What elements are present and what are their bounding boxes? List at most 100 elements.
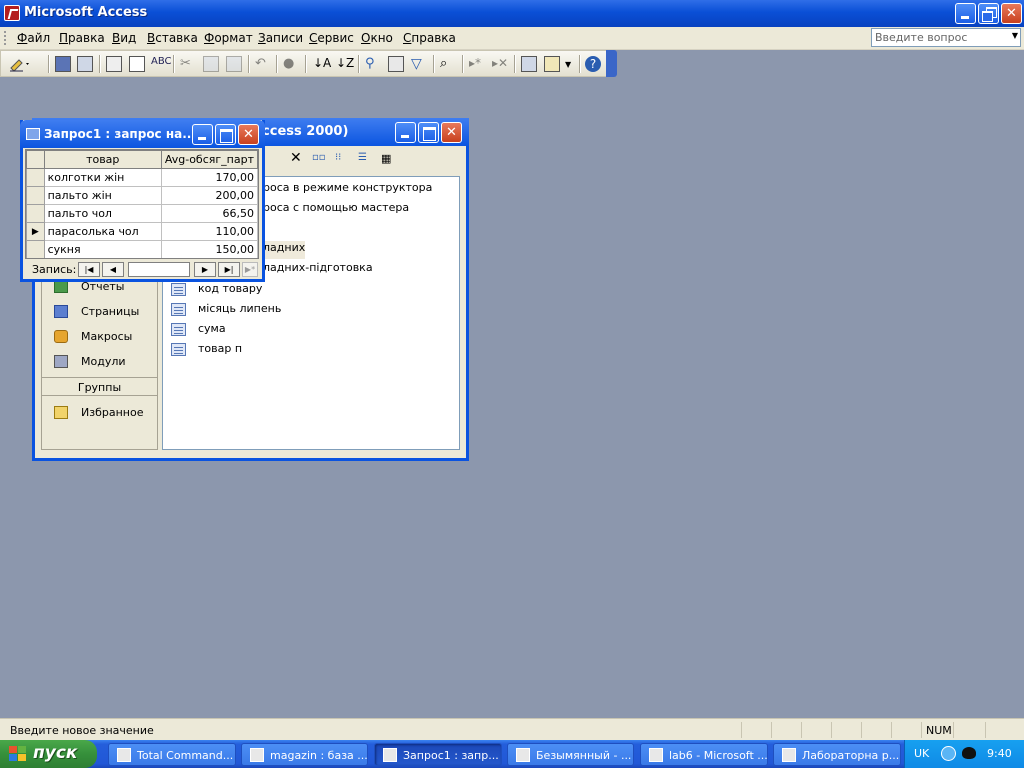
cell-avg[interactable]: 110,00 [160, 222, 258, 241]
cell-avg[interactable]: 170,00 [160, 168, 258, 187]
next-record-button[interactable]: ▶ [194, 262, 216, 277]
start-button[interactable]: пуск [0, 740, 97, 768]
toolbar-options-handle[interactable] [606, 50, 617, 77]
delete-icon[interactable]: ✕ [290, 150, 302, 166]
task-paint[interactable]: Безымянный - ... [507, 743, 634, 766]
object-modules[interactable]: Модули [54, 354, 154, 372]
cell-product[interactable]: парасолька чол [43, 222, 162, 241]
table-row[interactable]: ▶ парасолька чол 110,00 [26, 222, 258, 241]
app-title-bar[interactable]: Microsoft Access ✕ [0, 0, 1024, 27]
query-datasheet-window[interactable]: Запрос1 : запрос на... ✕ товар Avg-обсяг… [20, 120, 265, 282]
column-header-product[interactable]: товар [43, 150, 162, 169]
file-search-icon[interactable] [77, 56, 93, 72]
paste-icon[interactable] [226, 56, 242, 72]
menu-view[interactable]: Вид [112, 31, 136, 45]
row-selector[interactable] [26, 186, 45, 205]
cell-avg[interactable]: 150,00 [160, 240, 258, 258]
list-item-create-design[interactable]: роса в режиме конструктора [263, 181, 432, 199]
filter-by-form-icon[interactable] [388, 56, 404, 72]
small-icons-icon[interactable]: ⁝⁝ [335, 152, 341, 163]
table-row[interactable]: сукня 150,00 [26, 240, 258, 258]
list-item-create-wizard[interactable]: роса с помощью мастера [263, 201, 409, 219]
last-record-button[interactable]: ▶| [218, 262, 240, 277]
query-minimize-button[interactable] [192, 124, 213, 145]
current-row-indicator[interactable]: ▶ [26, 222, 45, 241]
tray-app-icon[interactable] [962, 747, 976, 759]
office-links-icon[interactable]: ● [283, 56, 299, 72]
copy-icon[interactable] [203, 56, 219, 72]
prev-record-button[interactable]: ◀ [102, 262, 124, 277]
column-header-avg[interactable]: Avg-обсяг_парт [160, 150, 258, 169]
help-question-input[interactable]: Введите вопрос ▼ [871, 28, 1021, 47]
undo-icon[interactable]: ↶ [255, 56, 271, 72]
datasheet-grid[interactable]: товар Avg-обсяг_парт колготки жін 170,00… [25, 149, 259, 259]
menu-window[interactable]: Окно [361, 31, 393, 45]
large-icons-icon[interactable]: ▫▫ [312, 152, 326, 163]
row-selector[interactable] [26, 240, 45, 258]
task-lab6-word[interactable]: lab6 - Microsoft ... [640, 743, 768, 766]
list-item-query[interactable]: ладних-підготовка [263, 261, 373, 279]
minimize-button[interactable] [955, 3, 976, 24]
cut-icon[interactable]: ✂ [180, 56, 196, 72]
row-selector[interactable] [26, 204, 45, 223]
object-macros[interactable]: Макросы [54, 329, 154, 347]
db-maximize-button[interactable] [418, 122, 439, 143]
apply-filter-icon[interactable]: ▽ [411, 56, 427, 72]
task-query1[interactable]: Запрос1 : запр... [374, 743, 502, 766]
first-record-button[interactable]: |◀ [78, 262, 100, 277]
menu-records[interactable]: Записи [258, 31, 303, 45]
db-minimize-button[interactable] [395, 122, 416, 143]
db-close-button[interactable]: ✕ [441, 122, 462, 143]
print-preview-icon[interactable] [129, 56, 145, 72]
table-row[interactable]: колготки жін 170,00 [26, 168, 258, 187]
task-magazin-db[interactable]: magazin : база ... [241, 743, 368, 766]
design-view-icon[interactable] [9, 56, 29, 72]
new-object-icon[interactable] [544, 56, 560, 72]
menu-insert[interactable]: Вставка [147, 31, 198, 45]
database-window-icon[interactable] [521, 56, 537, 72]
restore-button[interactable] [978, 3, 999, 24]
menu-grip[interactable] [4, 31, 7, 45]
row-selector[interactable] [26, 168, 45, 187]
menu-help[interactable]: Справка [403, 31, 456, 45]
menu-edit[interactable]: Правка [59, 31, 105, 45]
new-record-icon[interactable]: ▸* [469, 56, 485, 72]
group-favorites[interactable]: Избранное [54, 405, 154, 423]
show-hidden-icons-icon[interactable] [941, 746, 956, 761]
object-pages[interactable]: Страницы [54, 304, 154, 322]
delete-record-icon[interactable]: ▸✕ [492, 56, 508, 72]
clock[interactable]: 9:40 [987, 747, 1012, 760]
list-view-icon[interactable]: ☰ [358, 152, 367, 163]
save-icon[interactable] [55, 56, 71, 72]
sort-descending-icon[interactable]: ↓Z [336, 56, 354, 72]
task-lab-doc[interactable]: Лабораторна р... [773, 743, 901, 766]
cell-avg[interactable]: 200,00 [160, 186, 258, 205]
new-record-button[interactable]: ▶* [242, 262, 258, 277]
chevron-down-icon[interactable]: ▼ [1012, 31, 1018, 40]
list-item-query[interactable]: ладних [263, 241, 306, 259]
access-app-icon[interactable] [4, 5, 20, 21]
task-total-commander[interactable]: Total Command... [108, 743, 236, 766]
query-close-button[interactable]: ✕ [238, 124, 259, 145]
cell-product[interactable]: колготки жін [43, 168, 162, 187]
cell-product[interactable]: пальто чол [43, 204, 162, 223]
details-view-icon[interactable]: ▦ [381, 152, 391, 165]
menu-file[interactable]: Файл [17, 31, 50, 45]
sort-ascending-icon[interactable]: ↓A [313, 56, 331, 72]
cell-product[interactable]: сукня [43, 240, 162, 258]
record-number-input[interactable] [128, 262, 190, 277]
help-icon[interactable]: ? [585, 56, 601, 72]
language-indicator[interactable]: UK [914, 747, 929, 760]
close-button[interactable]: ✕ [1001, 3, 1022, 24]
menu-tools[interactable]: Сервис [309, 31, 354, 45]
menu-format[interactable]: Формат [204, 31, 253, 45]
query-window-title-bar[interactable]: Запрос1 : запрос на... ✕ [20, 120, 265, 148]
table-row[interactable]: пальто чол 66,50 [26, 204, 258, 223]
table-row[interactable]: пальто жін 200,00 [26, 186, 258, 205]
filter-by-selection-icon[interactable]: ⚲ [365, 56, 381, 72]
spelling-icon[interactable]: ABC [151, 56, 172, 72]
query-maximize-button[interactable] [215, 124, 236, 145]
print-icon[interactable] [106, 56, 122, 72]
find-icon[interactable]: ⌕ [440, 56, 456, 72]
cell-product[interactable]: пальто жін [43, 186, 162, 205]
